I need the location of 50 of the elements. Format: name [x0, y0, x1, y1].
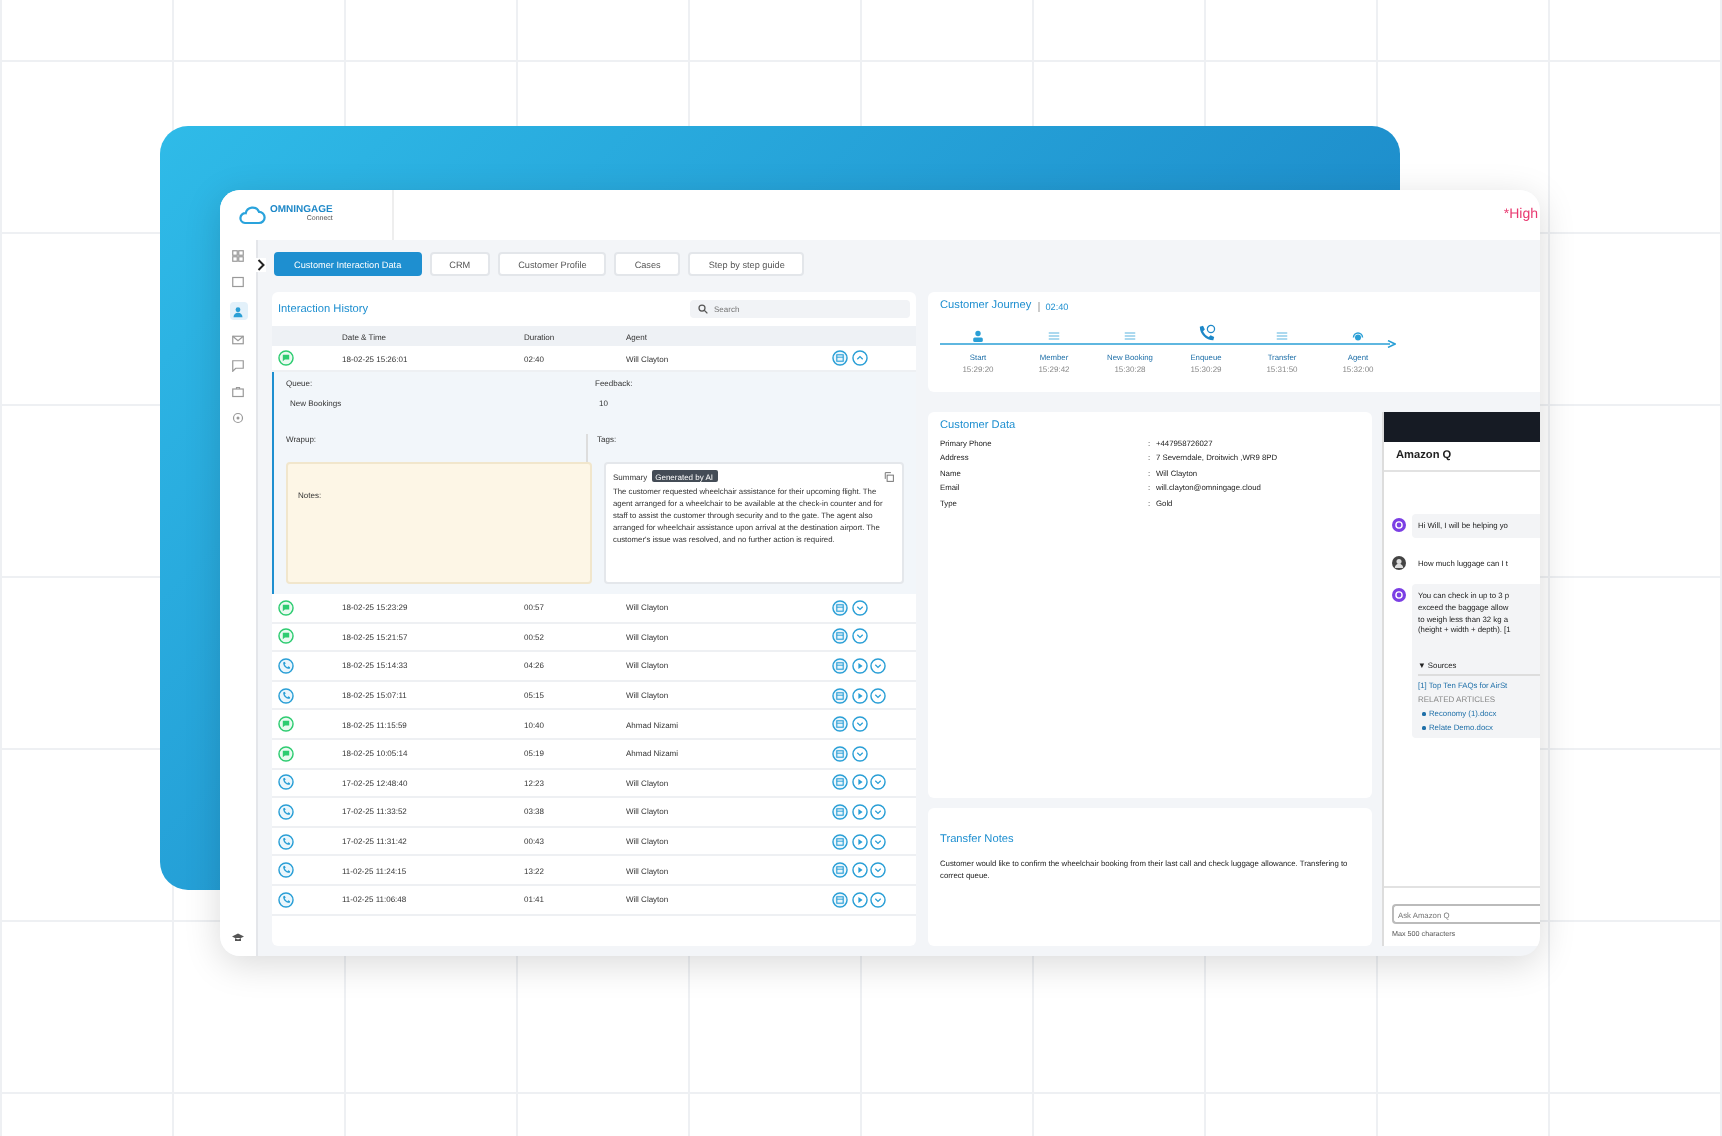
form-icon[interactable]	[832, 891, 848, 908]
form-icon[interactable]	[832, 716, 848, 733]
briefcase-icon[interactable]	[232, 386, 244, 398]
chevron-down-icon[interactable]	[870, 833, 886, 850]
form-icon[interactable]	[832, 774, 848, 791]
list-icon	[1276, 330, 1288, 342]
chevron-down-icon[interactable]	[870, 803, 886, 820]
play-icon[interactable]	[851, 657, 867, 674]
form-icon[interactable]	[832, 657, 848, 674]
person-icon	[972, 330, 984, 342]
form-icon[interactable]	[832, 862, 848, 879]
chevron-down-icon[interactable]	[870, 862, 886, 879]
mail-icon[interactable]	[232, 334, 244, 346]
cloud-icon	[238, 205, 266, 225]
chevron-down-icon[interactable]	[870, 687, 886, 704]
settings-icon[interactable]	[232, 412, 244, 424]
grid-icon[interactable]	[232, 250, 244, 262]
chevron-down-icon[interactable]	[851, 628, 867, 645]
play-icon[interactable]	[851, 833, 867, 850]
form-icon[interactable]	[832, 350, 848, 366]
copy-icon[interactable]	[884, 471, 894, 481]
form-icon[interactable]	[832, 833, 848, 850]
play-icon[interactable]	[851, 774, 867, 791]
expand-icon[interactable]	[256, 257, 266, 271]
bot-avatar-icon	[1392, 518, 1406, 532]
chevron-down-icon[interactable]	[870, 657, 886, 674]
play-icon[interactable]	[851, 803, 867, 820]
graduation-cap-icon[interactable]	[232, 932, 244, 944]
chevron-down-icon[interactable]	[870, 774, 886, 791]
list-icon	[1048, 330, 1060, 342]
chevron-down-icon[interactable]	[851, 599, 867, 616]
contacts-nav-button[interactable]	[229, 302, 247, 320]
headset-icon	[1352, 330, 1364, 342]
chat-icon[interactable]	[232, 360, 244, 372]
form-icon[interactable]	[832, 599, 848, 616]
chevron-down-icon[interactable]	[851, 716, 867, 733]
form-icon[interactable]	[832, 628, 848, 645]
form-icon[interactable]	[832, 745, 848, 762]
form-icon[interactable]	[832, 803, 848, 820]
list-icon	[1124, 330, 1136, 342]
phone-clock-icon	[1197, 324, 1215, 342]
chevron-up-icon[interactable]	[851, 350, 867, 366]
play-icon[interactable]	[851, 891, 867, 908]
bot-avatar-icon	[1392, 587, 1406, 602]
user-avatar-icon	[1392, 555, 1406, 570]
play-icon[interactable]	[851, 687, 867, 704]
form-icon[interactable]	[832, 687, 848, 704]
chevron-down-icon[interactable]	[870, 891, 886, 908]
play-icon[interactable]	[851, 862, 867, 879]
chevron-down-icon[interactable]	[851, 745, 867, 762]
